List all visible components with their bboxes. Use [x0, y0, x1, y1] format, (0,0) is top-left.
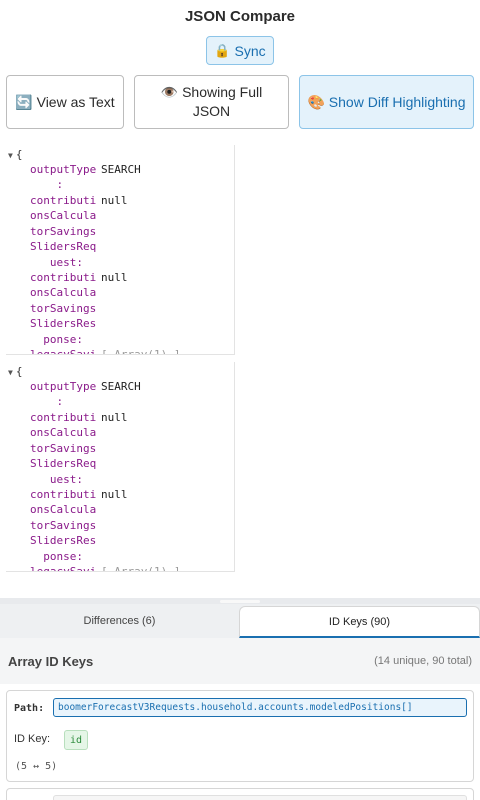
- show-diff-highlighting-label: Show Diff Highlighting: [328, 93, 466, 110]
- id-key-label: ID Key:: [14, 733, 51, 745]
- id-key-card-next: [6, 788, 474, 800]
- json-key: contributi onsCalcula torSavings Sliders…: [30, 488, 97, 563]
- lock-icon: 🔒: [214, 42, 231, 58]
- json-root-row[interactable]: ▼{: [8, 148, 22, 161]
- json-value: null: [101, 488, 128, 501]
- json-key: legacySavi: [30, 348, 97, 355]
- view-as-text-label: View as Text: [36, 93, 115, 110]
- sync-row: 🔒 Sync: [0, 36, 480, 66]
- id-key-card: Path: boomerForecastV3Requests.household…: [6, 690, 474, 782]
- show-diff-highlighting-button[interactable]: 🎨 Show Diff Highlighting: [299, 75, 474, 129]
- json-key: outputType :: [30, 163, 97, 192]
- id-key-badge: id: [64, 730, 89, 750]
- json-value[interactable]: [ Array(1) ]: [101, 347, 180, 354]
- json-panel-left[interactable]: ▼{ outputType : SEARCH contributi onsCal…: [6, 145, 235, 355]
- bottom-tabs: Differences (6) ID Keys (90): [0, 604, 480, 638]
- section-count: (14 unique, 90 total): [374, 655, 472, 667]
- view-as-text-button[interactable]: 🔄 View as Text: [6, 75, 124, 129]
- sync-label: Sync: [234, 42, 266, 59]
- path-field[interactable]: boomerForecastV3Requests.household.accou…: [53, 698, 467, 717]
- view-mode-toolbar: 🔄 View as Text 👁️ Showing Full JSON 🎨 Sh…: [0, 75, 480, 129]
- json-value: SEARCH: [101, 163, 141, 176]
- array-id-keys-header: Array ID Keys (14 unique, 90 total): [0, 638, 480, 684]
- json-value[interactable]: [ Array(1) ]: [101, 564, 180, 571]
- caret-down-icon[interactable]: ▼: [8, 151, 13, 160]
- json-key: contributi onsCalcula torSavings Sliders…: [30, 271, 97, 346]
- caret-down-icon[interactable]: ▼: [8, 368, 13, 377]
- json-panel-right[interactable]: ▼{ outputType : SEARCH contributi onsCal…: [6, 362, 235, 572]
- section-title: Array ID Keys: [8, 653, 94, 669]
- eye-icon: 👁️: [160, 84, 179, 100]
- path-field-next[interactable]: [53, 795, 467, 800]
- path-label: Path:: [14, 703, 45, 714]
- page-title: JSON Compare: [184, 7, 296, 25]
- showing-full-json-button[interactable]: 👁️ Showing Full JSON: [134, 75, 289, 129]
- showing-full-json-label: Showing Full JSON: [182, 84, 263, 119]
- tab-differences[interactable]: Differences (6): [0, 604, 239, 638]
- sync-button[interactable]: 🔒 Sync: [206, 36, 274, 65]
- open-brace: {: [15, 365, 23, 378]
- json-key: contributi onsCalcula torSavings Sliders…: [30, 194, 97, 269]
- tab-id-keys[interactable]: ID Keys (90): [239, 606, 480, 638]
- open-brace: {: [15, 148, 23, 161]
- pair-count: (5 ↔ 5): [15, 761, 58, 772]
- json-value: null: [101, 194, 128, 207]
- json-key: contributi onsCalcula torSavings Sliders…: [30, 411, 97, 486]
- json-key: legacySavi: [30, 565, 97, 572]
- json-root-row[interactable]: ▼{: [8, 365, 22, 378]
- json-value: null: [101, 271, 128, 284]
- json-key: outputType :: [30, 380, 97, 409]
- json-value: null: [101, 411, 128, 424]
- app-header: JSON Compare: [0, 0, 480, 32]
- json-value: SEARCH: [101, 380, 141, 393]
- refresh-icon: 🔄: [15, 93, 33, 110]
- drag-handle[interactable]: [220, 600, 260, 603]
- palette-icon: 🎨: [307, 93, 325, 110]
